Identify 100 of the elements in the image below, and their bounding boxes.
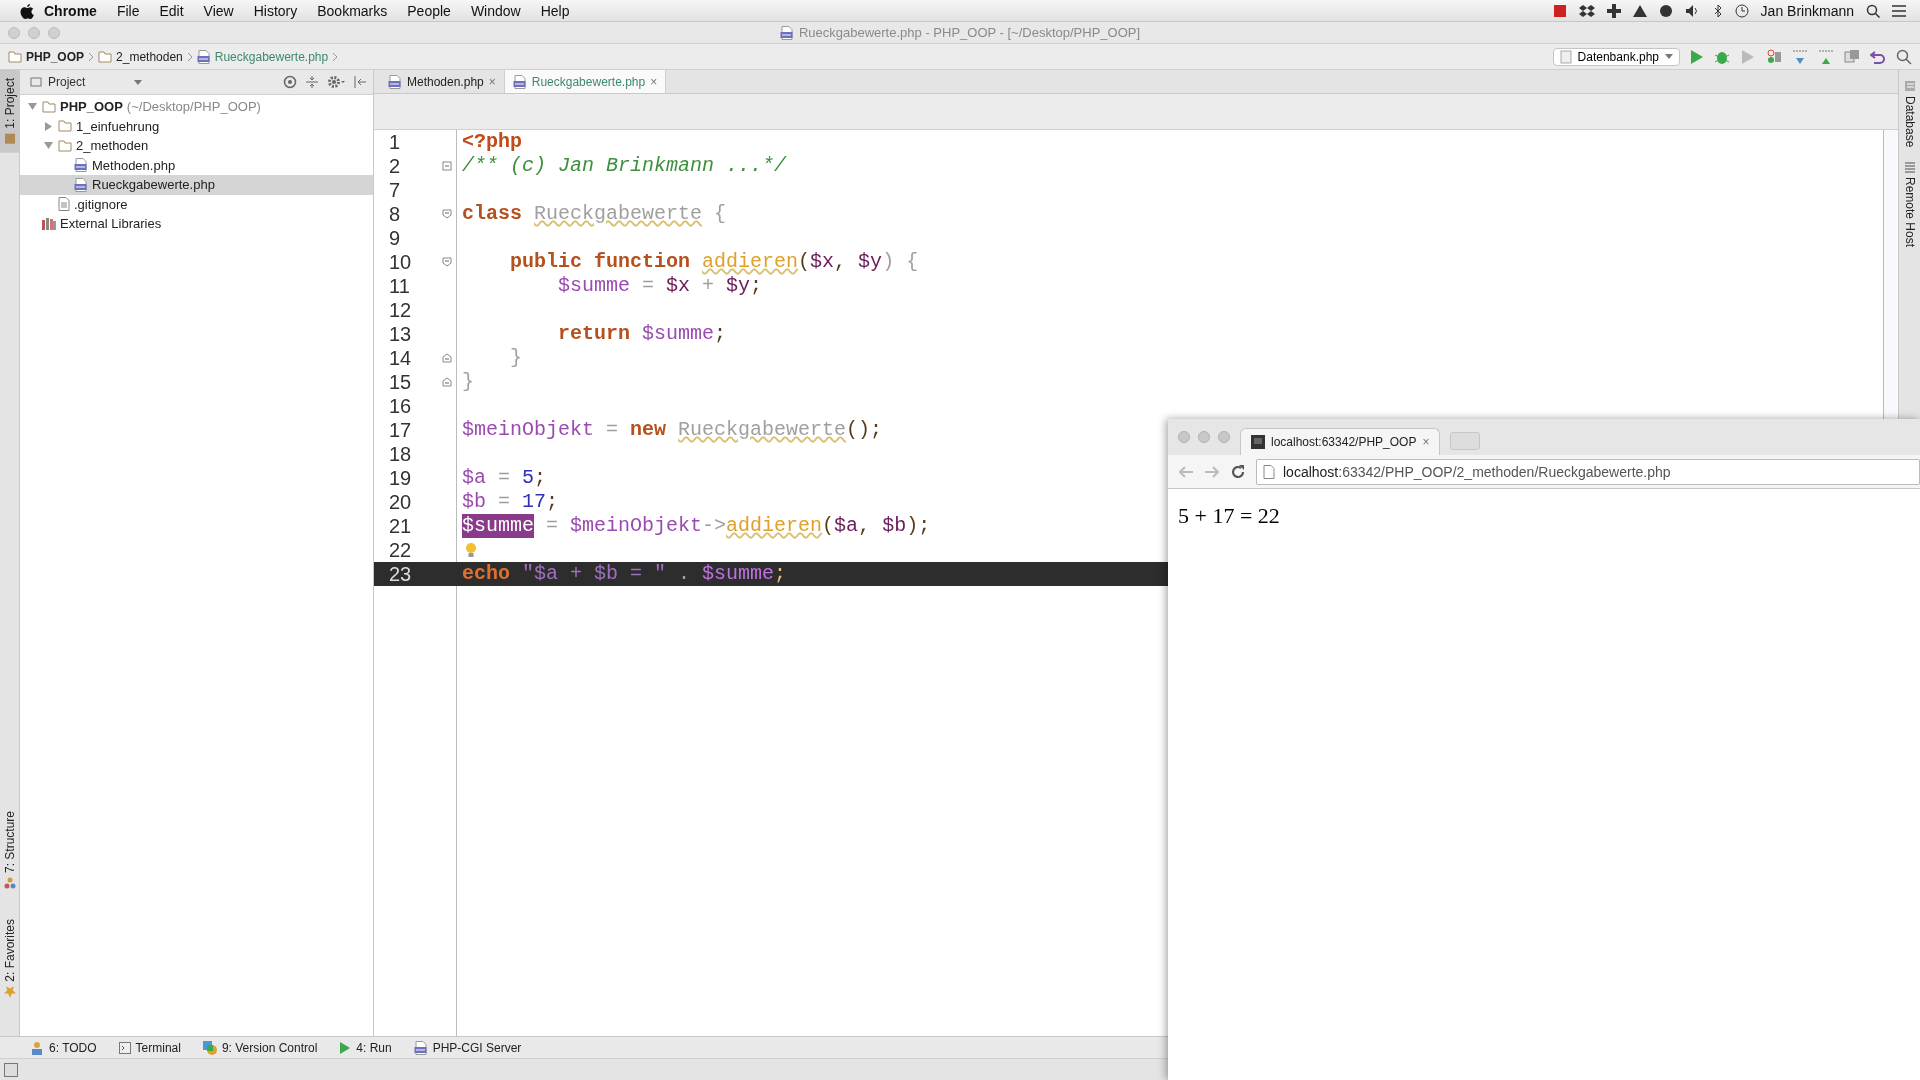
tree-item[interactable]: PHP_OOP (~/Desktop/PHP_OOP) [20, 97, 373, 117]
tool-window-button[interactable]: 9: Version Control [202, 1040, 318, 1055]
menu-item[interactable]: Help [530, 2, 580, 19]
windows-icon[interactable] [1844, 48, 1860, 65]
apple-icon[interactable] [20, 2, 34, 19]
menu-item[interactable]: Window [460, 2, 531, 19]
list-icon[interactable] [1892, 4, 1906, 17]
tree-item[interactable]: .gitignore [20, 194, 373, 214]
line-number: 11 [388, 274, 411, 298]
line-number: 23 [388, 562, 413, 586]
run-icon[interactable] [1690, 48, 1704, 65]
menu-item[interactable]: Bookmarks [307, 2, 398, 19]
php-file-icon [779, 25, 794, 40]
code-line: $a = 5; [461, 466, 547, 490]
panel-icon [30, 76, 42, 88]
tool-window-button[interactable]: 6: TODO [30, 1040, 97, 1055]
tool-window-tab[interactable]: 7: Structure [0, 803, 20, 898]
pin-left-icon[interactable] [353, 75, 367, 89]
panel-toggle-icon[interactable] [4, 1062, 18, 1077]
window-button[interactable] [8, 26, 20, 39]
back-icon[interactable] [1178, 464, 1194, 479]
undo-icon[interactable] [1870, 48, 1886, 65]
collapsed-arrow-icon[interactable] [43, 121, 53, 131]
php-file-icon [388, 74, 402, 89]
view-dropdown[interactable]: Project [26, 75, 146, 89]
code-line: $summe = $meinObjekt->addieren($a, $b); [461, 514, 931, 538]
line-number: 21 [388, 514, 413, 538]
crosshair-icon[interactable] [283, 75, 297, 89]
menu-item[interactable]: View [193, 2, 244, 19]
forward-icon[interactable] [1204, 464, 1220, 479]
chevron-icon [186, 51, 193, 62]
menu-item[interactable]: File [106, 2, 150, 19]
tree-item[interactable]: External Libraries [20, 214, 373, 234]
window-button[interactable] [28, 26, 40, 39]
tree-item[interactable]: 1_einfuehrung [20, 116, 373, 136]
tool-window-tab[interactable]: Database [1899, 80, 1920, 148]
line-number: 1 [388, 130, 402, 154]
line-number: 19 [388, 466, 413, 490]
close-icon[interactable]: × [488, 74, 496, 89]
fold-marker-icon[interactable] [442, 161, 452, 171]
run-configuration-dropdown[interactable]: Datenbank.php [1552, 47, 1680, 66]
menu-item[interactable]: Edit [149, 2, 194, 19]
user-name[interactable]: Jan Brinkmann [1760, 2, 1854, 19]
reload-icon[interactable] [1230, 463, 1246, 480]
tree-item[interactable]: 2_methoden [20, 136, 373, 156]
fold-marker-icon[interactable] [442, 209, 452, 219]
tool-window-tab[interactable]: 2: Favorites [0, 911, 20, 1006]
fold-marker-icon[interactable] [442, 353, 452, 363]
caret-icon [1665, 54, 1673, 59]
address-bar[interactable]: localhost:63342/PHP_OOP/2_methoden/Rueckgabewerte.php [1256, 458, 1920, 485]
line-number: 22 [388, 538, 413, 562]
close-icon[interactable]: × [1422, 435, 1430, 449]
php-file-icon [512, 74, 527, 89]
line-number: 12 [388, 298, 413, 322]
document-icon [1559, 49, 1572, 64]
tree-item[interactable]: Methoden.php [20, 155, 373, 175]
menu-item[interactable]: History [243, 2, 308, 19]
menu-item[interactable]: Chrome [34, 2, 107, 19]
close-icon[interactable]: × [650, 74, 658, 89]
run-icon [339, 1040, 352, 1055]
triangle-icon[interactable] [1632, 3, 1647, 18]
window-button[interactable] [1218, 431, 1230, 443]
server-icon [1903, 161, 1916, 174]
window-button[interactable] [1198, 431, 1210, 443]
menu-item[interactable]: People [397, 2, 461, 19]
expanded-arrow-icon[interactable] [27, 102, 37, 112]
fold-marker-icon[interactable] [442, 257, 452, 267]
code-line: class Rueckgabewerte { [461, 202, 727, 226]
tool-window-button[interactable]: PHP-CGI Server [413, 1040, 522, 1055]
breadcrumb-item[interactable]: PHP_OOP [8, 49, 85, 64]
tool-window-button[interactable]: Terminal [118, 1040, 181, 1055]
clock-icon[interactable] [1734, 3, 1749, 18]
gear-icon[interactable] [327, 75, 345, 89]
search-icon[interactable] [1896, 48, 1912, 65]
square-icon[interactable] [1552, 3, 1567, 18]
fold-marker-icon[interactable] [442, 377, 452, 387]
person-icon [30, 1040, 44, 1055]
collapse-icon[interactable] [305, 75, 319, 89]
chevron-icon [88, 51, 95, 62]
line-number: 13 [388, 322, 413, 346]
search-icon[interactable] [1866, 3, 1880, 18]
tree-item[interactable]: Rueckgabewerte.php [20, 175, 373, 195]
light-bulb-icon[interactable] [465, 542, 477, 558]
tool-window-tab[interactable]: Remote Host [1899, 161, 1920, 248]
cross-icon[interactable] [1606, 3, 1621, 18]
expanded-arrow-icon[interactable] [43, 141, 53, 151]
breadcrumb-item[interactable]: 2_methoden [98, 49, 183, 64]
breadcrumb-item[interactable]: Rueckgabewerte.php [196, 49, 329, 64]
editor-tab[interactable]: Rueckgabewerte.php × [504, 70, 667, 93]
window-button[interactable] [48, 26, 60, 39]
code-line: } [461, 370, 474, 394]
tool-window-tab[interactable]: 1: Project [0, 70, 20, 153]
code-line: } [509, 346, 522, 370]
vcs-icon [202, 1040, 217, 1055]
php-file-icon [74, 177, 88, 192]
tool-window-button[interactable]: 4: Run [339, 1040, 392, 1055]
browser-tab[interactable]: localhost:63342/PHP_OOP × [1240, 428, 1441, 455]
circle-icon[interactable] [1658, 3, 1673, 18]
bluetooth-icon[interactable] [1712, 3, 1723, 18]
window-button[interactable] [1178, 431, 1190, 443]
